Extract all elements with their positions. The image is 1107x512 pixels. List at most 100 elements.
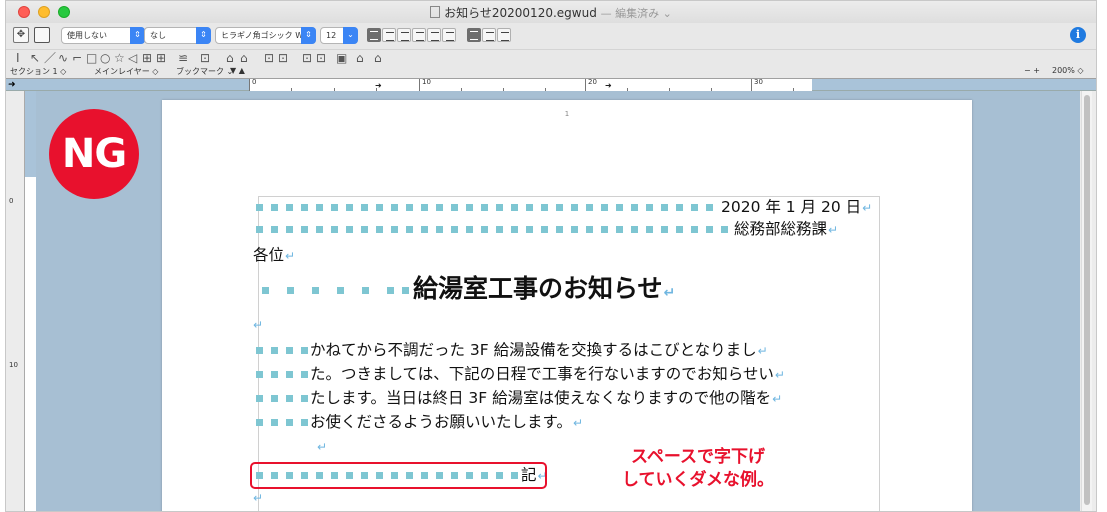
distribute-button[interactable] — [442, 28, 456, 42]
rectangle-tool-icon[interactable]: □ — [86, 51, 97, 65]
department-line[interactable]: 総務部総務課↵ — [256, 218, 838, 240]
scrollbar-thumb[interactable] — [1084, 95, 1090, 505]
image-tool-icon[interactable]: ⊡ — [302, 51, 312, 65]
textbox-tool-icon[interactable]: ⊞ — [142, 51, 152, 65]
chevron-updown-icon: ⇕ — [301, 27, 316, 44]
body-line-4[interactable]: お使くださるようお願いいたします。↵ — [256, 411, 583, 433]
chevron-updown-icon: ⇕ — [130, 27, 145, 44]
polyline-tool-icon[interactable]: ⌐ — [72, 51, 82, 65]
heading-text: 給湯室工事のお知らせ — [413, 274, 663, 303]
star-tool-icon[interactable]: ☆ — [114, 51, 125, 65]
info-icon[interactable]: i — [1070, 27, 1086, 43]
paragraph-style-value: 使用しない — [67, 31, 107, 40]
bookmark-select[interactable]: ブックマーク ⌄ — [176, 66, 233, 77]
vertical-ruler[interactable]: 0 10 — [6, 91, 37, 511]
home-tool-icon[interactable]: ⌂ — [356, 51, 364, 65]
chevron-updown-icon: ⇕ — [196, 27, 211, 44]
front-tool-icon[interactable]: ⊡ — [264, 51, 274, 65]
vertical-scrollbar[interactable] — [1081, 91, 1092, 511]
document-page[interactable]: 1 — [162, 100, 972, 511]
ruler-mark: 10 — [422, 78, 431, 86]
frame-tool-icon[interactable]: ⊡ — [316, 51, 326, 65]
photo-tool-icon[interactable]: ▣ — [336, 51, 347, 65]
align-right-button[interactable] — [397, 28, 411, 42]
back-tool-icon[interactable]: ⊡ — [278, 51, 288, 65]
font-size-select[interactable]: 12 ⌄ — [320, 27, 358, 44]
annotation-callout: スペースで字下げ していくダメな例。 — [588, 446, 808, 492]
document-icon — [430, 6, 441, 18]
justify-button[interactable] — [412, 28, 426, 42]
body-text: たします。当日は終日 3F 給湯室は使えなくなりますので他の階を — [310, 389, 772, 407]
body-line-1[interactable]: かねてから不調だった 3F 給湯設備を交換するはこびとなりまし↵ — [256, 339, 768, 361]
return-mark-icon: ↵ — [253, 318, 264, 332]
pointer-tool-icon[interactable]: ↖ — [30, 51, 40, 65]
body-text: かねてから不調だった 3F 給湯設備を交換するはこびとなりまし — [310, 341, 757, 359]
table-tool-icon[interactable]: ⊞ — [156, 51, 166, 65]
tab-stop-icon[interactable]: ➜ — [375, 81, 382, 90]
blank-line[interactable]: ↵ — [252, 313, 263, 335]
vruler-mark: 0 — [9, 197, 14, 205]
paragraph-style-select[interactable]: 使用しない ⇕ — [61, 27, 145, 44]
annotation-line: していくダメな例。 — [622, 470, 774, 490]
return-mark-icon: ↵ — [663, 285, 676, 301]
font-value: ヒラギノ角ゴシック W3 — [221, 31, 309, 40]
justify-last-button[interactable] — [427, 28, 441, 42]
salutation-line[interactable]: 各位↵ — [253, 244, 295, 266]
annotation-line: スペースで字下げ — [631, 447, 765, 467]
section-select[interactable]: セクション 1 ◇ — [10, 66, 66, 77]
return-mark-icon: ↵ — [828, 223, 839, 237]
ruler-mark: 0 — [252, 78, 257, 86]
window-title-text: お知らせ20200120.egwud — [444, 6, 597, 20]
page-number: 1 — [564, 110, 570, 118]
vruler-mark: 10 — [9, 361, 18, 369]
return-mark-icon: ↵ — [774, 368, 785, 382]
edited-indicator[interactable]: — 編集済み ⌄ — [601, 7, 672, 20]
curve-tool-icon[interactable]: ∿ — [58, 51, 68, 65]
body-text: た。つきましては、下記の日程で工事を行ないますのでお知らせい — [310, 365, 774, 383]
salutation-text: 各位 — [253, 246, 285, 264]
body-line-3[interactable]: たします。当日は終日 3F 給湯室は使えなくなりますので他の階を↵ — [256, 387, 782, 409]
line-tool-icon[interactable]: ／ — [44, 51, 56, 65]
unlock-tool-icon[interactable]: ⌂ — [240, 51, 248, 65]
zoom-select[interactable]: 200% ◇ — [1052, 66, 1084, 75]
group-tool-icon[interactable]: ⊡ — [200, 51, 210, 65]
character-style-select[interactable]: なし ⇕ — [144, 27, 211, 44]
body-line-2[interactable]: た。つきましては、下記の日程で工事を行ないますのでお知らせい↵ — [256, 363, 785, 385]
balloon-tool-icon[interactable]: ◁ — [128, 51, 137, 65]
zoom-buttons[interactable]: − + — [1024, 66, 1040, 75]
ruler-mark: 30 — [754, 78, 763, 86]
ruler-mark: 20 — [588, 78, 597, 86]
blank-line[interactable]: ↵ — [316, 435, 327, 457]
heading-line[interactable]: 給湯室工事のお知らせ↵ — [262, 273, 675, 305]
sidebar-toggle-icon[interactable] — [34, 27, 50, 43]
align-tool-icon[interactable]: ≌ — [178, 51, 188, 65]
tab-stop-icon[interactable]: ➜ — [605, 81, 612, 90]
valign-top-button[interactable] — [467, 28, 481, 42]
valign-bottom-button[interactable] — [497, 28, 511, 42]
lock-tool-icon[interactable]: ⌂ — [226, 51, 234, 65]
tab-arrow-icon[interactable]: ➜ — [8, 80, 16, 90]
blank-line[interactable]: ↵ — [252, 486, 263, 508]
page-tool-icon[interactable]: ⌂ — [374, 51, 382, 65]
character-style-value: なし — [150, 31, 166, 40]
ruler-text-area: 0 10 20 30 ➜ ➜ — [249, 78, 812, 91]
return-mark-icon: ↵ — [253, 491, 264, 505]
filter-arrows[interactable]: ▼ ▲ — [230, 66, 245, 75]
font-select[interactable]: ヒラギノ角ゴシック W3 ⇕ — [215, 27, 316, 44]
valign-middle-button[interactable] — [482, 28, 496, 42]
ellipse-tool-icon[interactable]: ○ — [100, 51, 110, 65]
return-mark-icon: ↵ — [285, 249, 296, 263]
align-center-button[interactable] — [382, 28, 396, 42]
horizontal-ruler[interactable]: ➜ 0 10 20 30 ➜ ➜ — [6, 78, 1096, 91]
layer-select[interactable]: メインレイヤー ◇ — [94, 66, 158, 77]
ng-badge: NG — [49, 109, 139, 199]
app-window: お知らせ20200120.egwud — 編集済み ⌄ ✥ 使用しない ⇕ なし ⇕… — [5, 0, 1097, 512]
date-line[interactable]: 2020 年 1 月 20 日↵ — [256, 196, 872, 218]
move-tool-icon[interactable]: ✥ — [13, 27, 29, 43]
window-title: お知らせ20200120.egwud — 編集済み ⌄ — [6, 4, 1096, 21]
align-left-button[interactable] — [367, 28, 381, 42]
text-cursor-tool-icon[interactable]: I — [16, 51, 20, 65]
font-size-value: 12 — [326, 31, 337, 40]
title-bar: お知らせ20200120.egwud — 編集済み ⌄ — [6, 1, 1096, 23]
return-mark-icon: ↵ — [572, 416, 584, 430]
